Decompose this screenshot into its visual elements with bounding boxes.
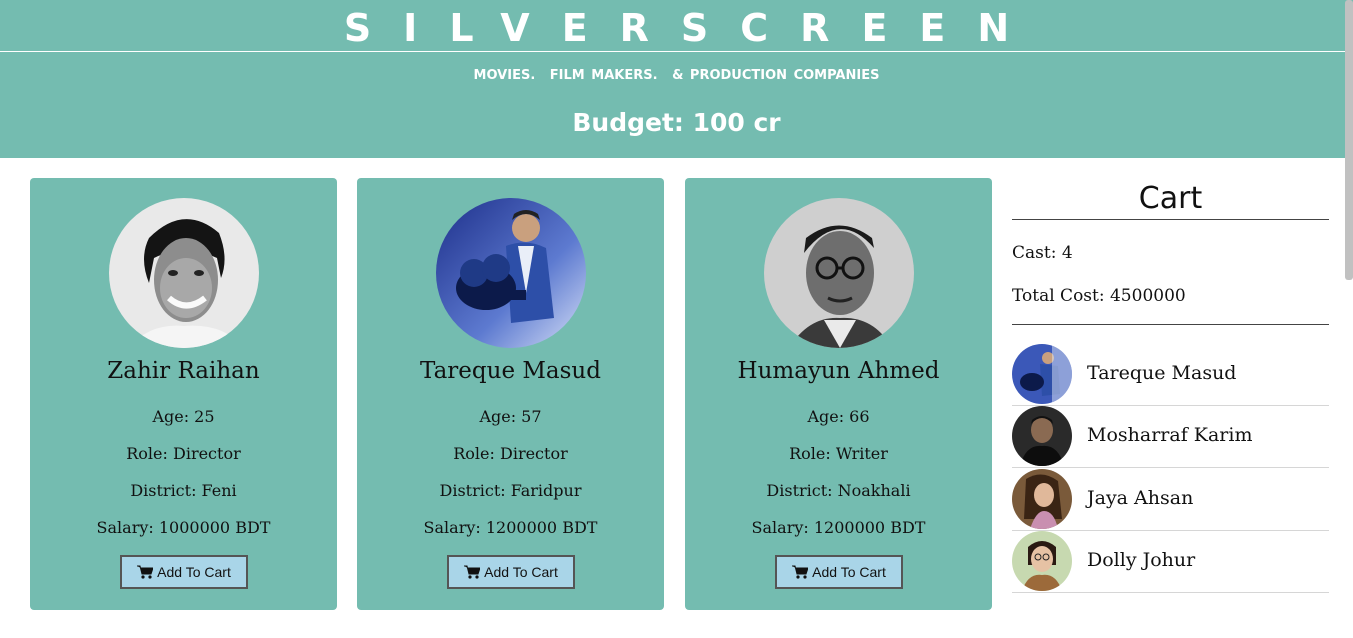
tagline-production: & PRODUCTION COMPANIES bbox=[672, 68, 880, 83]
cart-item: Mosharraf Karim bbox=[1012, 405, 1329, 468]
person-role: Role: Director bbox=[126, 444, 241, 463]
cart-item: Dolly Johur bbox=[1012, 530, 1329, 593]
add-to-cart-button[interactable]: Add To Cart bbox=[120, 555, 248, 589]
shopping-cart-icon bbox=[137, 565, 154, 579]
add-to-cart-label: Add To Cart bbox=[157, 564, 231, 580]
person-name: Humayun Ahmed bbox=[737, 358, 940, 384]
person-photo bbox=[109, 198, 259, 348]
cart-item-photo bbox=[1012, 344, 1072, 404]
cart-item: Tareque Masud bbox=[1012, 343, 1329, 406]
cart-item-name: Dolly Johur bbox=[1087, 549, 1196, 571]
person-salary: Salary: 1200000 BDT bbox=[423, 518, 598, 537]
person-age: Age: 57 bbox=[479, 407, 542, 426]
add-to-cart-label: Add To Cart bbox=[812, 564, 886, 580]
person-role: Role: Director bbox=[453, 444, 568, 463]
shopping-cart-icon bbox=[464, 565, 481, 579]
tagline-film-makers: FILM MAKERS. bbox=[549, 68, 658, 83]
person-age: Age: 66 bbox=[807, 407, 870, 426]
tagline: MOVIES. FILM MAKERS. & PRODUCTION COMPAN… bbox=[0, 68, 1353, 83]
site-header: SILVERSCREEN MOVIES. FILM MAKERS. & PROD… bbox=[0, 0, 1353, 158]
cart-item-name: Jaya Ahsan bbox=[1087, 487, 1194, 509]
tagline-movies: MOVIES. bbox=[473, 68, 536, 83]
cart-summary-divider bbox=[1012, 324, 1329, 325]
person-salary: Salary: 1000000 BDT bbox=[96, 518, 271, 537]
header-divider bbox=[0, 51, 1353, 52]
cart-item-photo bbox=[1012, 531, 1072, 591]
person-name: Tareque Masud bbox=[420, 358, 601, 384]
cart-item: Jaya Ahsan bbox=[1012, 468, 1329, 531]
person-district: District: Feni bbox=[130, 481, 237, 500]
cart-title-divider bbox=[1012, 219, 1329, 220]
cart-total-cost: Total Cost: 4500000 bbox=[1012, 286, 1186, 306]
person-district: District: Noakhali bbox=[766, 481, 911, 500]
person-photo bbox=[436, 198, 586, 348]
cart-title: Cart bbox=[1138, 181, 1203, 216]
add-to-cart-label: Add To Cart bbox=[484, 564, 558, 580]
cart-cast-count: Cast: 4 bbox=[1012, 243, 1073, 263]
person-card-humayun-ahmed: Humayun Ahmed Age: 66 Role: Writer Distr… bbox=[685, 178, 992, 610]
person-card-tareque-masud: Tareque Masud Age: 57 Role: Director Dis… bbox=[357, 178, 664, 610]
brand-title: SILVERSCREEN bbox=[343, 6, 1042, 50]
add-to-cart-button[interactable]: Add To Cart bbox=[447, 555, 575, 589]
person-name: Zahir Raihan bbox=[107, 358, 260, 384]
add-to-cart-button[interactable]: Add To Cart bbox=[775, 555, 903, 589]
shopping-cart-icon bbox=[792, 565, 809, 579]
cart-item-photo bbox=[1012, 406, 1072, 466]
person-age: Age: 25 bbox=[152, 407, 215, 426]
cart-item-photo bbox=[1012, 469, 1072, 529]
person-salary: Salary: 1200000 BDT bbox=[751, 518, 926, 537]
budget-label: Budget: 100 cr bbox=[572, 108, 781, 137]
person-card-zahir-raihan: Zahir Raihan Age: 25 Role: Director Dist… bbox=[30, 178, 337, 610]
person-photo bbox=[764, 198, 914, 348]
page-scrollbar[interactable] bbox=[1345, 0, 1353, 280]
person-district: District: Faridpur bbox=[439, 481, 582, 500]
cart-item-name: Mosharraf Karim bbox=[1087, 424, 1253, 446]
cart-item-name: Tareque Masud bbox=[1087, 362, 1237, 384]
person-role: Role: Writer bbox=[789, 444, 888, 463]
